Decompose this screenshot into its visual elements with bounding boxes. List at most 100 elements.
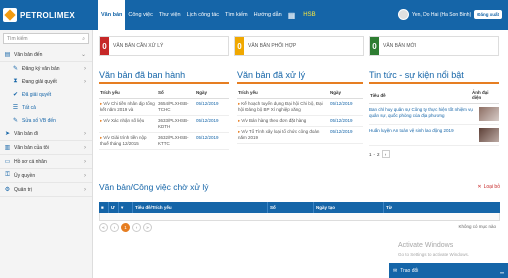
main-nav: Văn bản Công việc Thư viện Lịch công tác… [98,0,321,30]
page-separator: - [373,151,376,157]
news-title[interactable]: Ban chỉ huy quân sự Công ty thực hiện tố… [369,107,476,121]
search-icon[interactable]: ⌕ [82,36,85,42]
alert-moi[interactable]: 0 VĂN BẢN MỚI [369,36,499,56]
table-row[interactable]: ▸V/v Giải trình tiền nộp thuế tháng 12/2… [99,132,229,150]
sort-icon[interactable]: ▾ [119,202,133,213]
column-header[interactable]: Ư [109,202,119,213]
nav-hsb[interactable]: HSB [298,0,320,30]
filter-row[interactable] [99,213,500,221]
column-header[interactable]: Số [268,202,314,213]
row-summary[interactable]: V/v Chi tiền nhân dịp tổng kết năm 2019 … [100,101,155,112]
top-navigation-bar: PETROLIMEX Văn bản Công việc Thư viện Lị… [0,0,508,30]
table-row[interactable]: ▸V/v Tổ Tình xây loại tổ chức công đoàn … [237,126,363,144]
alert-summary: 0 VĂN BẢN CẦN XỬ LÝ 0 VĂN BẢN PHỐI HỢP 0… [99,36,499,56]
sidebar: Tìm kiếm ⌕ ▤ Văn bản đến ⌄ ✎ Đăng ký văn b… [0,30,93,278]
next-page-button[interactable]: › [132,223,141,232]
news-title[interactable]: Huấn luyện An toàn vệ sinh lao động 2019 [369,128,476,142]
bullet-icon: ▸ [238,118,241,123]
bullet-icon: ▸ [100,101,103,106]
sidebar-item-sua-so-vb-den[interactable]: ✎ Sửa số VB đến [0,114,92,127]
sidebar-item-van-ban-den[interactable]: ▤ Văn bản đến ⌄ [0,48,92,62]
user-name[interactable]: Yen, Do Hai (Ha Son Binh) [412,12,471,18]
last-page-button[interactable]: » [143,223,152,232]
send-icon: ➤ [4,131,11,137]
sidebar-item-dang-giai-quyet[interactable]: ⧗ Đang giải quyết › [0,75,92,88]
sidebar-item-uy-quyen[interactable]: ⚿ Ủy quyền › [0,169,92,183]
row-summary[interactable]: V/v Tổ Tình xây loại tổ chức công đoàn n… [238,129,319,140]
table-header-row: ■ Ư ▾ Tiêu đề/Trích yếu Số Ngày tạo Từ [99,202,500,213]
column-header[interactable]: Tiêu đề/Trích yếu [133,202,268,213]
news-item[interactable]: Ban chỉ huy quân sự Công ty thực hiện tố… [369,104,499,125]
chat-bar[interactable]: ✉ Trao đổi ▁ [389,263,508,278]
sidebar-item-quan-tri[interactable]: ⚙ Quản trị › [0,183,92,197]
nav-van-ban[interactable]: Văn bản [98,0,126,30]
brand-logo[interactable]: PETROLIMEX [3,8,75,22]
table-row[interactable]: ▸V/v Bán hàng theo đơn đặt hàng 05/12/20… [237,115,363,127]
close-icon: ✕ [477,184,482,190]
row-summary[interactable]: V/v Giải trình tiền nộp thuế tháng 12/20… [100,135,147,146]
work-queue-title: Văn bản/Công việc chờ xử lý [99,182,209,192]
activate-windows-watermark: Activate Windows [398,242,454,249]
page-link[interactable]: 1 [369,152,372,157]
sidebar-item-van-ban-di[interactable]: ➤ Văn bản đi › [0,127,92,141]
calendar-icon[interactable]: ▦ [285,0,299,30]
sidebar-item-tat-ca[interactable]: ☰ Tất cả [0,101,92,114]
sidebar-search-placeholder: Tìm kiếm [7,35,28,42]
nav-huong-dan[interactable]: Hướng dẫn [251,0,285,30]
chevron-right-icon[interactable]: › [381,150,390,158]
sidebar-search-input[interactable]: Tìm kiếm ⌕ [3,33,89,44]
table-row[interactable]: ▸V/v Chi tiền nhân dịp tổng kết năm 2019… [99,98,229,116]
column-header: Trích yếu [237,87,329,99]
sidebar-item-label: Ủy quyền [14,172,36,179]
nav-cong-viec[interactable]: Công việc [125,0,155,30]
row-summary[interactable]: Kế hoạch tuyển dụng Đại hội Chi bộ, Đại … [238,101,323,112]
sidebar-item-van-ban-cua-toi[interactable]: ▥ Văn bản của tôi › [0,141,92,155]
issued-documents-panel: Văn bản đã ban hành Trích yếu Số Ngày ▸V… [99,70,229,150]
sidebar-item-label: Tất cả [22,104,36,111]
row-number: 3654/PLXHSB-TCHC [157,98,195,116]
column-header: Ngày [329,87,363,99]
gear-icon: ⚙ [4,187,11,193]
logout-button[interactable]: Đăng xuất [474,10,502,19]
list-icon: ☰ [12,105,19,111]
processed-table: Trích yếu Ngày ▸Kế hoạch tuyển dụng Đại … [237,87,363,144]
news-thumbnail[interactable] [479,128,499,142]
page-button[interactable]: 1 [121,223,130,232]
sidebar-item-da-giai-quyet[interactable]: ✔ Đã giải quyết [0,88,92,101]
alert-phoi-hop[interactable]: 0 VĂN BẢN PHỐI HỢP [234,36,364,56]
row-summary[interactable]: V/v Bán hàng theo đơn đặt hàng [241,118,306,123]
row-date: 05/12/2019 [329,126,363,144]
alert-count: 0 [235,37,244,55]
sidebar-item-label: Hồ sơ cá nhân [14,158,47,165]
alert-can-xu-ly[interactable]: 0 VĂN BẢN CẦN XỬ LÝ [99,36,229,56]
avatar[interactable] [397,9,409,20]
column-header[interactable]: Từ [384,202,500,213]
nav-lich-cong-tac[interactable]: Lịch công tác [184,0,222,30]
page-link[interactable]: 2 [377,152,380,157]
sidebar-item-ho-so-ca-nhan[interactable]: ▭ Hồ sơ cá nhân › [0,155,92,169]
column-header: Tiêu đề [369,87,471,104]
column-header[interactable]: Ngày tạo [314,202,384,213]
row-number: 3633/PLXHSB-KDTH [157,115,195,133]
first-page-button[interactable]: « [99,223,108,232]
news-header: Tiêu đề Ảnh đại diện [369,87,499,104]
news-item[interactable]: Huấn luyện An toàn vệ sinh lao động 2019 [369,125,499,146]
remove-button[interactable]: ✕ Loại bỏ [477,184,500,190]
sidebar-item-dang-ky-van-ban[interactable]: ✎ Đăng ký văn bản › [0,62,92,75]
minimize-icon[interactable]: ▁ [500,268,504,274]
row-summary[interactable]: V/v Xác nhận số liệu [103,118,144,123]
nav-thu-vien[interactable]: Thư viện [156,0,184,30]
panel-title: Tin tức - sự kiện nổi bật [369,70,499,84]
table-row[interactable]: ▸Kế hoạch tuyển dụng Đại hội Chi bộ, Đại… [237,98,363,116]
folder-icon: ▭ [4,159,11,165]
alert-count: 0 [370,37,379,55]
select-all-checkbox[interactable]: ■ [99,202,109,213]
processed-documents-panel: Văn bản đã xử lý Trích yếu Ngày ▸Kế hoạc… [237,70,363,144]
work-pager: « ‹ 1 › » [99,223,152,232]
column-header: Ảnh đại diện [471,87,499,104]
activate-windows-hint: Go to Settings to activate Windows. [398,252,470,257]
table-row[interactable]: ▸V/v Xác nhận số liệu 3633/PLXHSB-KDTH 0… [99,115,229,133]
nav-tim-kiem[interactable]: Tìm kiếm [222,0,251,30]
news-thumbnail[interactable] [479,107,499,121]
prev-page-button[interactable]: ‹ [110,223,119,232]
